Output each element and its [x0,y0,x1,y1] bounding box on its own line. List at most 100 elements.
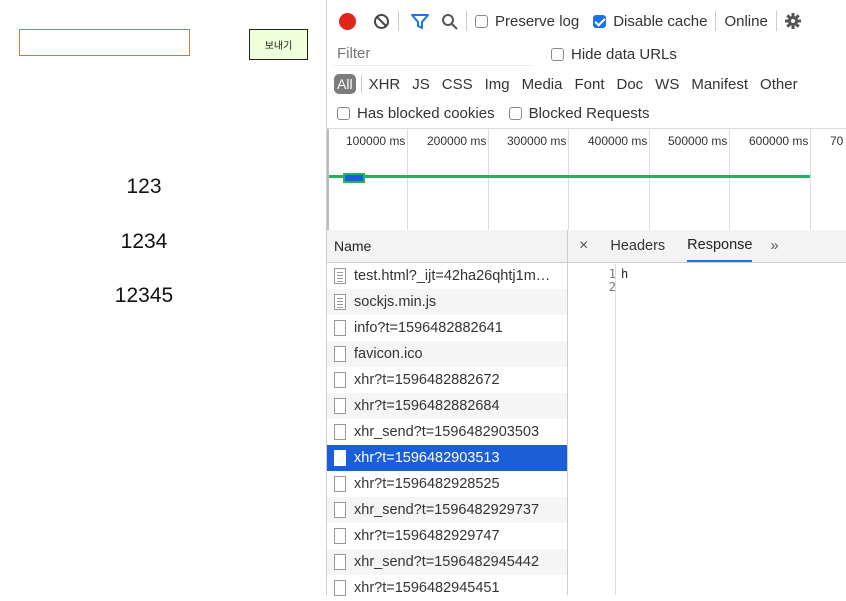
message-text: 12345 [114,284,174,307]
filter-icon[interactable] [411,13,429,30]
request-name: xhr?t=1596482882672 [354,372,500,388]
request-name: xhr?t=1596482928525 [354,476,500,492]
request-name: xhr_send?t=1596482929737 [354,502,540,518]
detail-tabbar: × Headers Response » [568,230,846,263]
timeline-green-bar [329,175,810,178]
timeline-tick-label: 200000 ms [427,134,487,148]
has-blocked-cookies-label: Has blocked cookies [357,104,495,122]
timeline-tick: 200000 ms [427,129,489,230]
gutter-divider [615,264,616,595]
request-row[interactable]: favicon.ico [327,341,567,367]
send-button[interactable]: 보내기 [249,29,308,60]
filter-input[interactable] [333,42,533,66]
file-icon [334,320,346,336]
tab-response[interactable]: Response [687,230,753,262]
toolbar-divider [775,11,777,31]
request-detail-panel: × Headers Response » 1 2 h [568,230,846,595]
page-area: 보내기 123 1234 12345 [0,0,326,595]
network-toolbar: Preserve log Disable cache Online [327,6,846,36]
request-row[interactable]: xhr?t=1596482882684 [327,393,567,419]
message-text: 1234 [120,230,168,253]
line-numbers: 1 2 [596,268,616,294]
request-list: Name test.html?_ijt=42ha26qhtj1m… sockjs.… [327,230,568,596]
request-row[interactable]: info?t=1596482882641 [327,315,567,341]
type-filter-img[interactable]: Img [485,76,510,93]
request-row[interactable]: xhr?t=1596482928525 [327,471,567,497]
more-tabs-icon[interactable]: » [770,238,778,254]
toolbar-divider [715,11,717,31]
request-name: xhr?t=1596482929747 [354,528,500,544]
search-icon[interactable] [441,13,458,30]
close-icon[interactable]: × [579,237,588,255]
request-name: favicon.ico [354,346,423,362]
preserve-log-checkbox[interactable] [475,14,488,28]
hide-data-urls-label: Hide data URLs [571,45,677,63]
disable-cache-checkbox[interactable] [593,14,607,28]
disable-cache-label: Disable cache [613,12,708,30]
type-filter-doc[interactable]: Doc [616,76,643,93]
response-text: h [621,268,628,281]
record-icon[interactable] [339,12,356,30]
type-filter-css[interactable]: CSS [442,76,473,93]
request-row[interactable]: xhr?t=1596482903513 [327,445,567,471]
request-name: xhr?t=1596482903513 [354,450,500,466]
clear-icon[interactable] [373,13,390,30]
blocked-requests-label: Blocked Requests [528,104,650,122]
message-input[interactable] [19,29,190,56]
request-name: xhr_send?t=1596482945442 [354,554,540,570]
timeline-tick: 100000 ms [346,129,408,230]
timeline-tick: 600000 ms [749,129,811,230]
request-name: sockjs.min.js [354,294,437,310]
request-row[interactable]: xhr_send?t=1596482945442 [327,549,567,575]
toolbar-divider [398,11,399,31]
file-icon [334,372,346,388]
request-row[interactable]: xhr?t=1596482882672 [327,367,567,393]
type-filter-media[interactable]: Media [522,76,563,93]
file-icon [334,502,346,518]
type-filter-font[interactable]: Font [574,76,604,93]
request-name: xhr_send?t=1596482903503 [354,424,540,440]
timeline-tick-label: 600000 ms [749,134,809,148]
type-filter-all[interactable]: All [334,74,356,94]
request-row[interactable]: test.html?_ijt=42ha26qhtj1m… [327,263,567,289]
request-row[interactable]: xhr?t=1596482945451 [327,575,567,601]
message-text: 123 [126,175,162,198]
type-filter-js[interactable]: JS [412,76,430,93]
type-filter-ws[interactable]: WS [655,76,679,93]
timeline-tick-label: 70 [830,134,844,148]
timeline-tick [327,129,329,230]
type-divider [360,75,362,93]
type-filter-manifest[interactable]: Manifest [691,76,748,93]
type-filter-other[interactable]: Other [760,76,798,93]
hide-data-urls-checkbox[interactable] [551,47,564,61]
name-column-header[interactable]: Name [327,230,567,263]
blocked-filter-row: Has blocked cookies Blocked Requests [327,100,846,126]
devtools-network-panel: Preserve log Disable cache Online Hide d… [326,0,846,596]
request-row[interactable]: xhr_send?t=1596482929737 [327,497,567,523]
has-blocked-cookies-checkbox[interactable] [337,106,350,120]
timeline-tick: 400000 ms [588,129,650,230]
type-filter-xhr[interactable]: XHR [369,76,401,93]
blocked-requests-checkbox[interactable] [508,106,522,120]
preserve-log-label: Preserve log [495,12,580,30]
response-line: h [621,267,629,281]
network-overview-timeline[interactable]: 100000 ms 200000 ms 300000 ms 400000 ms … [327,128,846,231]
resource-type-filter-bar: All XHR JS CSS Img Media Font Doc WS Man… [327,70,846,98]
document-icon [334,268,346,284]
file-icon [334,580,346,596]
tab-headers[interactable]: Headers [610,230,665,262]
timeline-tick-label: 100000 ms [346,134,406,148]
request-name: xhr?t=1596482882684 [354,398,500,414]
file-icon [334,476,346,492]
filter-row: Hide data URLs [327,40,846,68]
request-row[interactable]: sockjs.min.js [327,289,567,315]
timeline-tick: 500000 ms [668,129,730,230]
file-icon [334,528,346,544]
request-row[interactable]: xhr?t=1596482929747 [327,523,567,549]
file-icon [334,450,346,466]
timeline-tick-label: 400000 ms [588,134,648,148]
throttling-select[interactable]: Online [724,13,767,30]
request-row[interactable]: xhr_send?t=1596482903503 [327,419,567,445]
settings-gear-icon[interactable] [784,13,801,29]
toolbar-divider [466,11,467,31]
